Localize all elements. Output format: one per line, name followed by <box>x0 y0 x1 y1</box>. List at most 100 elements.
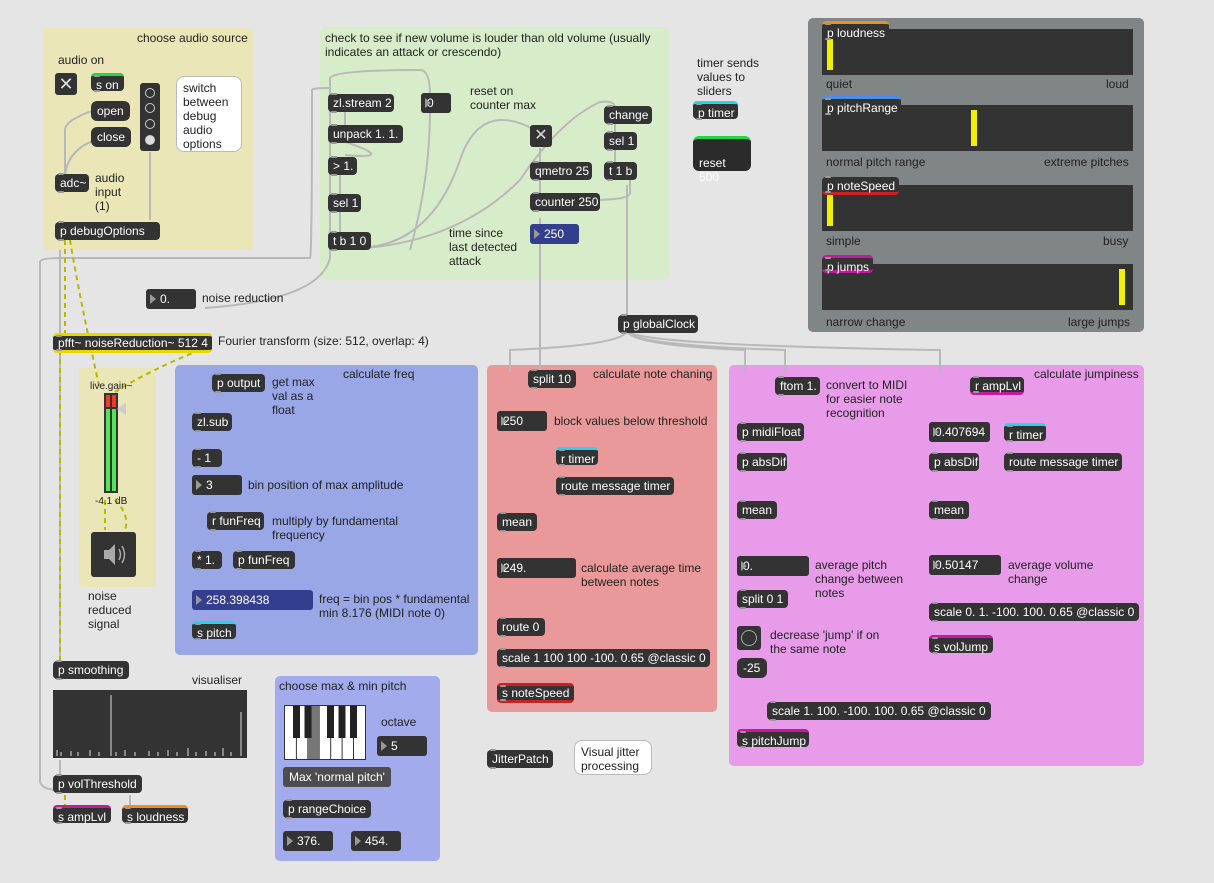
t1b-object[interactable]: t 1 b <box>604 161 637 181</box>
times1-object[interactable]: * 1. <box>192 550 222 570</box>
ftom-object[interactable]: ftom 1. <box>775 376 820 396</box>
change-object[interactable]: change <box>604 105 652 125</box>
r-funfreq-object[interactable]: r funFreq <box>207 511 264 531</box>
s-pitch-object[interactable]: s pitch <box>192 621 236 640</box>
speaker-icon[interactable] <box>91 532 136 577</box>
jumps-slider-fill <box>1118 269 1125 305</box>
abs-dif-b-object[interactable]: p absDif <box>929 452 979 472</box>
s-on-object[interactable]: s on <box>91 73 124 92</box>
smoothing-object[interactable]: p smoothing <box>53 660 129 680</box>
pitch-range-slider-fill <box>971 110 978 146</box>
p-funfreq-object[interactable]: p funFreq <box>233 550 295 570</box>
abs-dif-a-object[interactable]: p absDif <box>737 452 787 472</box>
r-timer-object[interactable]: r timer <box>556 447 598 466</box>
unpack-object[interactable]: unpack 1. 1. <box>328 124 403 144</box>
radio-group[interactable] <box>140 83 160 151</box>
volume-average-comment: average volume change <box>1008 558 1094 586</box>
mean-a-object[interactable]: mean <box>737 500 777 520</box>
keyboard[interactable] <box>284 705 366 760</box>
p-pitchrange-object[interactable]: p pitchRange <box>822 96 901 115</box>
zl-stream-object[interactable]: zl.stream 2 <box>328 93 394 113</box>
global-clock-object[interactable]: p globalClock <box>618 314 698 334</box>
max-normal-pitch-message[interactable]: Max 'normal pitch' <box>283 767 391 787</box>
split01-object[interactable]: split 0 1 <box>737 589 788 609</box>
qmetro-object[interactable]: qmetro 25 <box>530 161 592 181</box>
r-amplvl-object[interactable]: r ampLvl <box>970 376 1024 395</box>
gain-meter[interactable] <box>104 393 118 493</box>
s-pitchjump-object[interactable]: s pitchJump <box>737 729 809 748</box>
min-pitch-value[interactable]: 376. <box>283 831 333 851</box>
pitch-average-comment: average pitch change between notes <box>815 558 904 600</box>
scale-vol-object[interactable]: scale 0. 1. -100. 100. 0.65 @classic 0 <box>929 602 1139 622</box>
note-speed-right-label: busy <box>1103 234 1129 248</box>
noise-reduction-comment: noise reduction <box>202 291 284 305</box>
qmetro-toggle[interactable]: ✕ <box>530 125 552 147</box>
octave-label: octave <box>381 715 417 729</box>
adc-comment: audio input (1) <box>95 171 125 213</box>
frequency-value[interactable]: 258.398438 <box>192 590 313 610</box>
p-loudness-object[interactable]: p loudness <box>822 21 889 40</box>
route-timer-b-object[interactable]: route message timer <box>1004 452 1122 472</box>
threshold-value[interactable]: 250 <box>497 411 547 431</box>
volume-value[interactable]: 0.407694 <box>929 422 990 442</box>
loudness-left-label: quiet <box>826 77 853 91</box>
p-timer-object[interactable]: p timer <box>693 101 738 120</box>
zl-sub-object[interactable]: zl.sub <box>192 412 232 432</box>
route0-object[interactable]: route 0 <box>497 617 545 637</box>
note-speed-left-label: simple <box>826 234 861 248</box>
mean-b-object[interactable]: mean <box>929 500 969 520</box>
vol-threshold-object[interactable]: p volThreshold <box>53 774 142 794</box>
pitch-average-value[interactable]: 0. <box>737 556 809 576</box>
minus25-message[interactable]: -25 <box>737 658 767 678</box>
volume-average-value[interactable]: 0.50147 <box>929 555 1001 575</box>
open-message[interactable]: open <box>91 101 130 121</box>
s-amplvl-object[interactable]: s ampLvl <box>53 805 111 824</box>
audio-on-toggle[interactable]: ✕ <box>55 73 77 95</box>
range-choice-object[interactable]: p rangeChoice <box>283 799 371 819</box>
p-output-object[interactable]: p output <box>212 373 265 393</box>
debug-options-bubble: switch between debug audio options <box>176 76 242 152</box>
close-message[interactable]: close <box>91 127 132 147</box>
noise-reduction-value[interactable]: 0. <box>146 289 196 309</box>
route-timer-object[interactable]: route message timer <box>556 476 674 496</box>
jitter-patch-object[interactable]: JitterPatch <box>487 749 553 769</box>
midi-float-object[interactable]: p midiFloat <box>737 422 804 442</box>
octave-value[interactable]: 5 <box>377 736 427 756</box>
sel1b-object[interactable]: sel 1 <box>604 131 637 151</box>
pfft-object[interactable]: pfft~ noiseReduction~ 512 4 <box>53 333 212 353</box>
counter-value[interactable]: 0 <box>421 93 451 113</box>
ftom-comment: convert to MIDI for easier note recognit… <box>826 378 908 420</box>
jumps-right-label: large jumps <box>1068 315 1131 329</box>
time-since-attack-value[interactable]: 250 <box>530 224 579 244</box>
debug-options-object[interactable]: p debugOptions <box>55 221 160 241</box>
minus1-object[interactable]: - 1 <box>192 448 222 468</box>
sel1-object[interactable]: sel 1 <box>328 193 361 213</box>
frequency-comment: freq = bin pos * fundamental min 8.176 (… <box>319 592 470 620</box>
scale-notespeed-object[interactable]: scale 1 100 100 -100. 0.65 @classic 0 <box>497 648 710 668</box>
s-loudness-object[interactable]: s loudness <box>122 805 188 824</box>
mean-object[interactable]: mean <box>497 512 537 532</box>
s-voljump-object[interactable]: s volJump <box>929 635 993 654</box>
reset-comment: reset on counter max <box>470 84 537 112</box>
p-notespeed-object[interactable]: p noteSpeed <box>822 176 899 195</box>
multiply-comment: multiply by fundamental frequency <box>272 514 399 542</box>
output-comment: get max val as a float <box>272 375 315 417</box>
s-notespeed-object[interactable]: s noteSpeed <box>497 683 574 703</box>
jumps-left-label: narrow change <box>826 315 906 329</box>
tb10-object[interactable]: t b 1 0 <box>328 231 371 251</box>
same-note-button[interactable] <box>737 626 761 650</box>
average-time-value[interactable]: 249. <box>497 558 576 578</box>
scale-pitch-object[interactable]: scale 1. 100. -100. 100. 0.65 @classic 0 <box>767 701 991 721</box>
p-jumps-object[interactable]: p jumps <box>822 255 873 274</box>
pitch-range-right-label: extreme pitches <box>1044 155 1129 169</box>
max-pitch-value[interactable]: 454. <box>351 831 401 851</box>
split10-object[interactable]: split 10 <box>528 369 576 389</box>
reset-500-message[interactable]: reset 500 <box>693 136 751 184</box>
gain-handle-icon[interactable] <box>117 403 126 415</box>
counter-object[interactable]: counter 250 <box>530 192 600 212</box>
greater-than-object[interactable]: > 1. <box>328 156 357 176</box>
bin-position-value[interactable]: 3 <box>192 475 242 495</box>
r-timer-b-object[interactable]: r timer <box>1004 423 1046 442</box>
fourier-comment: Fourier transform (size: 512, overlap: 4… <box>218 334 429 348</box>
adc-object[interactable]: adc~ <box>55 173 89 193</box>
